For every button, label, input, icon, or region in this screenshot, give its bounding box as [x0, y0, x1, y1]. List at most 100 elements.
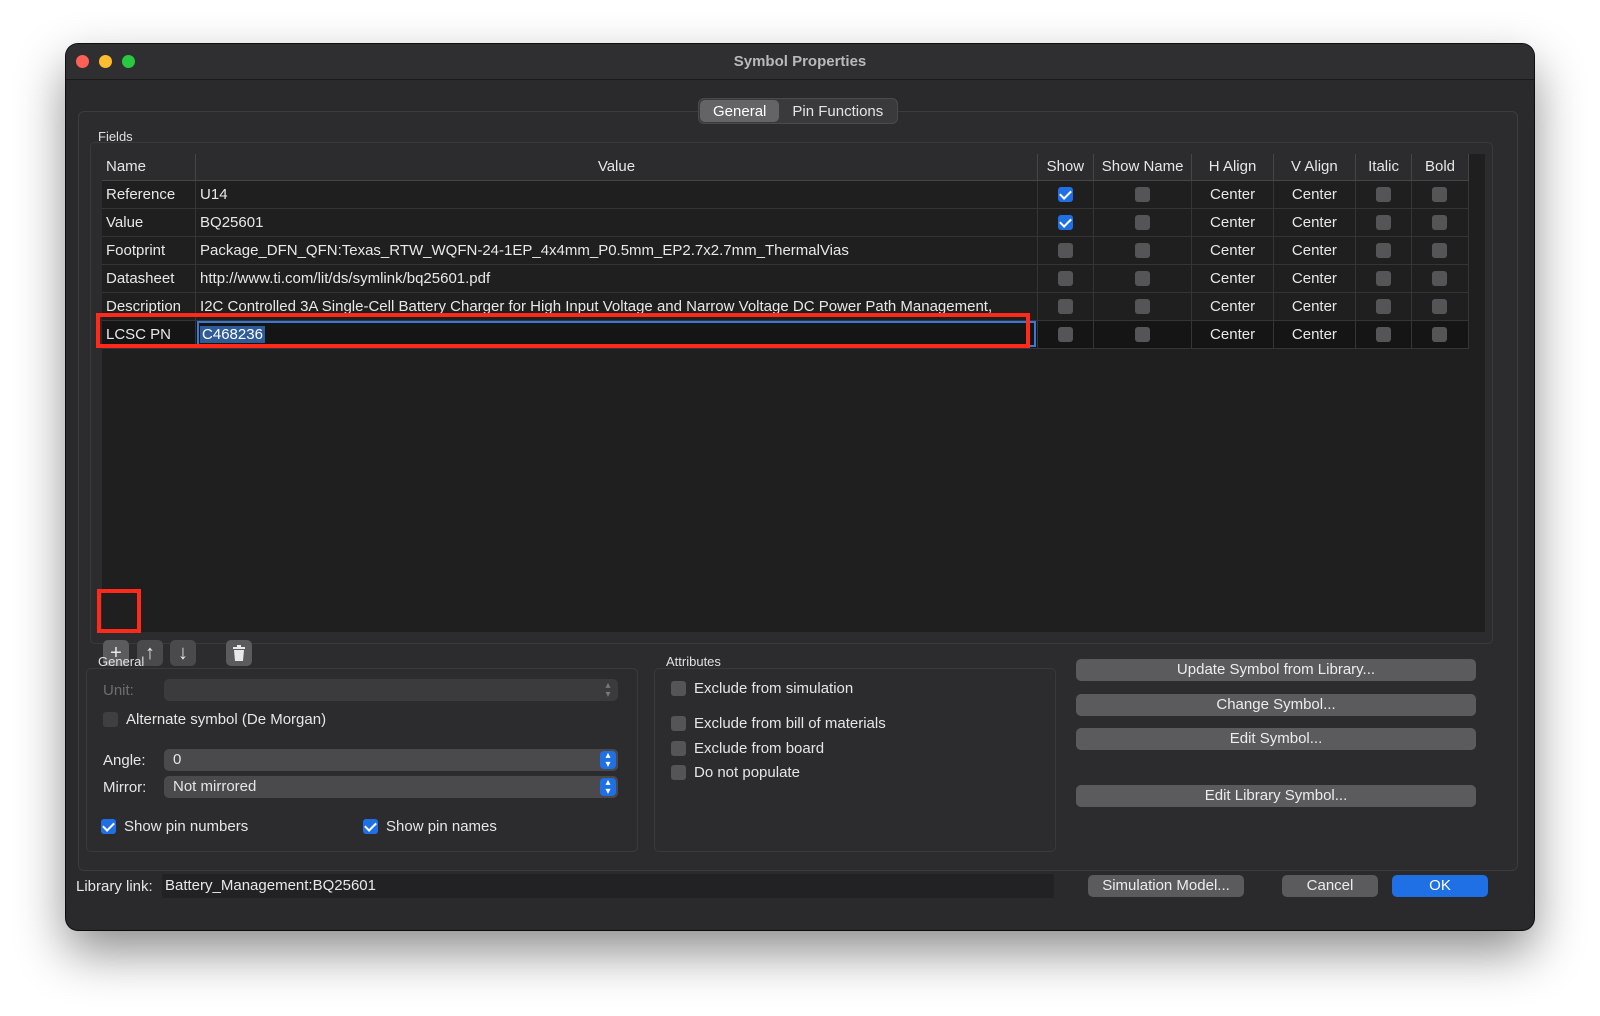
bold-checkbox-cell[interactable] [1411, 236, 1470, 265]
show-name-checkbox-cell[interactable] [1093, 320, 1193, 349]
h-align-cell[interactable]: Center [1191, 180, 1274, 209]
exclude-bom-checkbox[interactable]: Exclude from bill of materials [671, 715, 886, 732]
trash-icon [233, 645, 245, 661]
exclude-board-checkbox[interactable]: Exclude from board [671, 740, 824, 757]
h-align-cell[interactable]: Center [1191, 208, 1274, 237]
mirror-select[interactable]: Not mirrored ▴ ▾ [164, 776, 618, 798]
edit-symbol-button[interactable]: Edit Symbol... [1076, 728, 1476, 750]
symbol-properties-window: Symbol Properties General Pin Functions … [66, 44, 1534, 930]
bold-checkbox-cell[interactable] [1411, 264, 1470, 293]
field-row[interactable]: Footprint Package_DFN_QFN:Texas_RTW_WQFN-… [102, 236, 1470, 265]
fields-table: Name Value Show Show Name H Align V Alig… [102, 154, 1470, 349]
column-header-name[interactable]: Name [102, 154, 197, 181]
field-row[interactable]: Datasheet http://www.ti.com/lit/ds/symlin… [102, 264, 1470, 293]
show-checkbox-cell[interactable] [1037, 180, 1094, 209]
field-value-cell[interactable]: http://www.ti.com/lit/ds/symlink/bq25601… [195, 264, 1038, 293]
mirror-label: Mirror: [103, 779, 147, 796]
column-header-value[interactable]: Value [195, 154, 1038, 181]
italic-checkbox-cell[interactable] [1355, 180, 1412, 209]
field-name-cell[interactable]: Reference [102, 180, 197, 209]
show-checkbox-cell[interactable] [1037, 264, 1094, 293]
field-row[interactable]: Reference U14 Center Center [102, 180, 1470, 209]
show-checkbox-cell[interactable] [1037, 208, 1094, 237]
exclude-simulation-checkbox[interactable]: Exclude from simulation [671, 680, 853, 697]
bold-checkbox-cell[interactable] [1411, 180, 1470, 209]
column-header-show[interactable]: Show [1037, 154, 1094, 181]
checkbox-box [1057, 299, 1073, 315]
italic-checkbox-cell[interactable] [1355, 208, 1412, 237]
h-align-cell[interactable]: Center [1191, 320, 1274, 349]
arrow-down-icon: ↓ [178, 642, 188, 664]
checkbox-box [1432, 187, 1448, 203]
field-name-cell[interactable]: Datasheet [102, 264, 197, 293]
alternate-symbol-checkbox[interactable]: Alternate symbol (De Morgan) [103, 711, 326, 728]
checkbox-box [1135, 215, 1151, 231]
column-header-h-align[interactable]: H Align [1191, 154, 1274, 181]
show-checkbox-cell[interactable] [1037, 292, 1094, 321]
simulation-model-button[interactable]: Simulation Model... [1088, 875, 1244, 897]
bold-checkbox-cell[interactable] [1411, 320, 1470, 349]
h-align-cell[interactable]: Center [1191, 264, 1274, 293]
field-name-cell[interactable]: Value [102, 208, 197, 237]
field-row[interactable]: Value BQ25601 Center Center [102, 208, 1470, 237]
field-value-text: I2C Controlled 3A Single-Cell Battery Ch… [200, 297, 993, 315]
field-value-cell[interactable]: C468236 [195, 320, 1038, 349]
field-value-cell[interactable]: I2C Controlled 3A Single-Cell Battery Ch… [195, 292, 1038, 321]
field-value-cell[interactable]: U14 [195, 180, 1038, 209]
cancel-button[interactable]: Cancel [1282, 875, 1378, 897]
show-checkbox-cell[interactable] [1037, 320, 1094, 349]
move-down-button[interactable]: ↓ [170, 640, 196, 666]
library-link-field[interactable]: Battery_Management:BQ25601 [162, 874, 1054, 898]
italic-checkbox-cell[interactable] [1355, 236, 1412, 265]
angle-select[interactable]: 0 ▴ ▾ [164, 749, 618, 771]
unit-select[interactable]: ▴ ▾ [164, 679, 618, 701]
v-align-cell[interactable]: Center [1273, 236, 1357, 265]
tab-general[interactable]: General [700, 100, 780, 122]
v-align-cell[interactable]: Center [1273, 292, 1357, 321]
show-name-checkbox-cell[interactable] [1093, 292, 1193, 321]
show-pin-numbers-checkbox[interactable]: Show pin numbers [101, 818, 248, 835]
field-row[interactable]: LCSC PN C468236 Center Center [102, 320, 1470, 349]
show-name-checkbox-cell[interactable] [1093, 208, 1193, 237]
tab-pin-functions[interactable]: Pin Functions [779, 100, 896, 122]
angle-label: Angle: [103, 752, 146, 769]
field-name-cell[interactable]: Description [102, 292, 197, 321]
h-align-cell[interactable]: Center [1191, 292, 1274, 321]
bold-checkbox-cell[interactable] [1411, 208, 1470, 237]
show-pin-names-checkbox[interactable]: Show pin names [363, 818, 497, 835]
edit-library-symbol-button[interactable]: Edit Library Symbol... [1076, 785, 1476, 807]
field-name-cell[interactable]: LCSC PN [102, 320, 197, 349]
arrow-up-icon: ↑ [145, 642, 155, 664]
show-name-checkbox-cell[interactable] [1093, 264, 1193, 293]
change-symbol-button[interactable]: Change Symbol... [1076, 694, 1476, 716]
v-align-cell[interactable]: Center [1273, 264, 1357, 293]
update-symbol-button[interactable]: Update Symbol from Library... [1076, 659, 1476, 681]
v-align-cell[interactable]: Center [1273, 180, 1357, 209]
checkbox-box [1376, 187, 1392, 203]
column-header-v-align[interactable]: V Align [1273, 154, 1357, 181]
italic-checkbox-cell[interactable] [1355, 320, 1412, 349]
h-align-cell[interactable]: Center [1191, 236, 1274, 265]
show-checkbox-cell[interactable] [1037, 236, 1094, 265]
field-value-cell[interactable]: Package_DFN_QFN:Texas_RTW_WQFN-24-1EP_4x… [195, 236, 1038, 265]
do-not-populate-checkbox[interactable]: Do not populate [671, 764, 800, 781]
general-group-label: General [98, 654, 145, 669]
delete-field-button[interactable] [226, 640, 252, 666]
italic-checkbox-cell[interactable] [1355, 264, 1412, 293]
field-value-cell[interactable]: BQ25601 [195, 208, 1038, 237]
column-header-italic[interactable]: Italic [1355, 154, 1412, 181]
show-name-checkbox-cell[interactable] [1093, 180, 1193, 209]
checkbox-box [1432, 271, 1448, 287]
column-header-show-name[interactable]: Show Name [1093, 154, 1193, 181]
field-row[interactable]: Description I2C Controlled 3A Single-Cell… [102, 292, 1470, 321]
checkbox-box [1376, 215, 1392, 231]
column-header-bold[interactable]: Bold [1411, 154, 1470, 181]
italic-checkbox-cell[interactable] [1355, 292, 1412, 321]
ok-button[interactable]: OK [1392, 875, 1488, 897]
v-align-cell[interactable]: Center [1273, 208, 1357, 237]
bold-checkbox-cell[interactable] [1411, 292, 1470, 321]
v-align-cell[interactable]: Center [1273, 320, 1357, 349]
field-name-cell[interactable]: Footprint [102, 236, 197, 265]
field-value-text: Package_DFN_QFN:Texas_RTW_WQFN-24-1EP_4x… [200, 241, 849, 259]
show-name-checkbox-cell[interactable] [1093, 236, 1193, 265]
